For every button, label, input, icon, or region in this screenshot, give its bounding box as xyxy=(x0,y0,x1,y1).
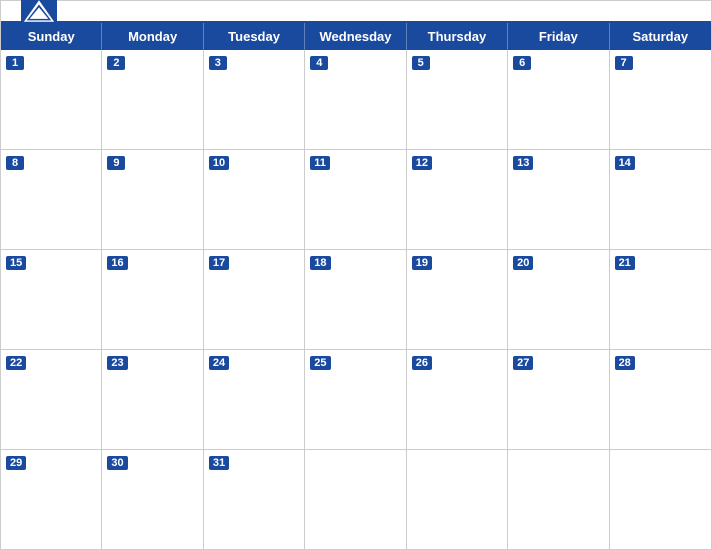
day-cell: 12 xyxy=(407,150,508,249)
day-cell: 28 xyxy=(610,350,711,449)
day-header-monday: Monday xyxy=(102,23,203,50)
day-number: 20 xyxy=(513,256,533,270)
day-number: 27 xyxy=(513,356,533,370)
day-cell: 31 xyxy=(204,450,305,549)
day-number: 6 xyxy=(513,56,531,70)
calendar-weeks: 1234567891011121314151617181920212223242… xyxy=(1,50,711,549)
day-cell: 29 xyxy=(1,450,102,549)
day-cell: 5 xyxy=(407,50,508,149)
day-number: 18 xyxy=(310,256,330,270)
day-header-wednesday: Wednesday xyxy=(305,23,406,50)
day-cell: 3 xyxy=(204,50,305,149)
day-number: 29 xyxy=(6,456,26,470)
day-cell: 20 xyxy=(508,250,609,349)
week-row-1: 1 2 3 4 5 6 7 xyxy=(1,50,711,150)
day-cell: 13 xyxy=(508,150,609,249)
day-cell: 18 xyxy=(305,250,406,349)
day-cell: 22 xyxy=(1,350,102,449)
day-cell: 1 xyxy=(1,50,102,149)
day-cell: 21 xyxy=(610,250,711,349)
day-number: 1 xyxy=(6,56,24,70)
logo-icon xyxy=(21,0,57,25)
week-row-2: 8 9 10 11 12 13 14 xyxy=(1,150,711,250)
day-cell: 15 xyxy=(1,250,102,349)
day-number: 19 xyxy=(412,256,432,270)
day-number: 15 xyxy=(6,256,26,270)
day-headers-row: SundayMondayTuesdayWednesdayThursdayFrid… xyxy=(1,23,711,50)
day-cell: 23 xyxy=(102,350,203,449)
day-number: 5 xyxy=(412,56,430,70)
day-cell: 7 xyxy=(610,50,711,149)
day-number: 9 xyxy=(107,156,125,170)
day-cell: 11 xyxy=(305,150,406,249)
day-cell: 8 xyxy=(1,150,102,249)
day-number: 23 xyxy=(107,356,127,370)
day-number: 14 xyxy=(615,156,635,170)
day-cell: 16 xyxy=(102,250,203,349)
day-number: 13 xyxy=(513,156,533,170)
day-header-thursday: Thursday xyxy=(407,23,508,50)
day-number: 21 xyxy=(615,256,635,270)
day-number: 12 xyxy=(412,156,432,170)
day-cell: 25 xyxy=(305,350,406,449)
day-number: 17 xyxy=(209,256,229,270)
day-number: 10 xyxy=(209,156,229,170)
day-number: 30 xyxy=(107,456,127,470)
day-number: 2 xyxy=(107,56,125,70)
day-number: 24 xyxy=(209,356,229,370)
day-number: 26 xyxy=(412,356,432,370)
day-cell: 2 xyxy=(102,50,203,149)
day-cell xyxy=(305,450,406,549)
day-cell: 6 xyxy=(508,50,609,149)
week-row-5: 29 30 31 xyxy=(1,450,711,549)
day-header-tuesday: Tuesday xyxy=(204,23,305,50)
day-header-friday: Friday xyxy=(508,23,609,50)
day-cell: 9 xyxy=(102,150,203,249)
day-number: 25 xyxy=(310,356,330,370)
day-header-sunday: Sunday xyxy=(1,23,102,50)
day-cell xyxy=(407,450,508,549)
day-number: 31 xyxy=(209,456,229,470)
calendar-wrapper: SundayMondayTuesdayWednesdayThursdayFrid… xyxy=(0,0,712,550)
day-number: 28 xyxy=(615,356,635,370)
day-cell: 24 xyxy=(204,350,305,449)
day-number: 16 xyxy=(107,256,127,270)
day-cell: 27 xyxy=(508,350,609,449)
day-header-saturday: Saturday xyxy=(610,23,711,50)
day-number: 8 xyxy=(6,156,24,170)
day-cell: 30 xyxy=(102,450,203,549)
day-cell: 26 xyxy=(407,350,508,449)
day-cell: 10 xyxy=(204,150,305,249)
week-row-4: 22 23 24 25 26 27 28 xyxy=(1,350,711,450)
calendar-grid: SundayMondayTuesdayWednesdayThursdayFrid… xyxy=(1,21,711,549)
week-row-3: 15 16 17 18 19 20 21 xyxy=(1,250,711,350)
day-cell: 17 xyxy=(204,250,305,349)
day-number: 4 xyxy=(310,56,328,70)
calendar-header xyxy=(1,1,711,21)
day-cell xyxy=(508,450,609,549)
generalblue-logo xyxy=(21,0,57,25)
day-cell: 4 xyxy=(305,50,406,149)
day-number: 7 xyxy=(615,56,633,70)
day-cell: 14 xyxy=(610,150,711,249)
day-number: 11 xyxy=(310,156,330,170)
day-number: 3 xyxy=(209,56,227,70)
day-cell xyxy=(610,450,711,549)
day-cell: 19 xyxy=(407,250,508,349)
day-number: 22 xyxy=(6,356,26,370)
